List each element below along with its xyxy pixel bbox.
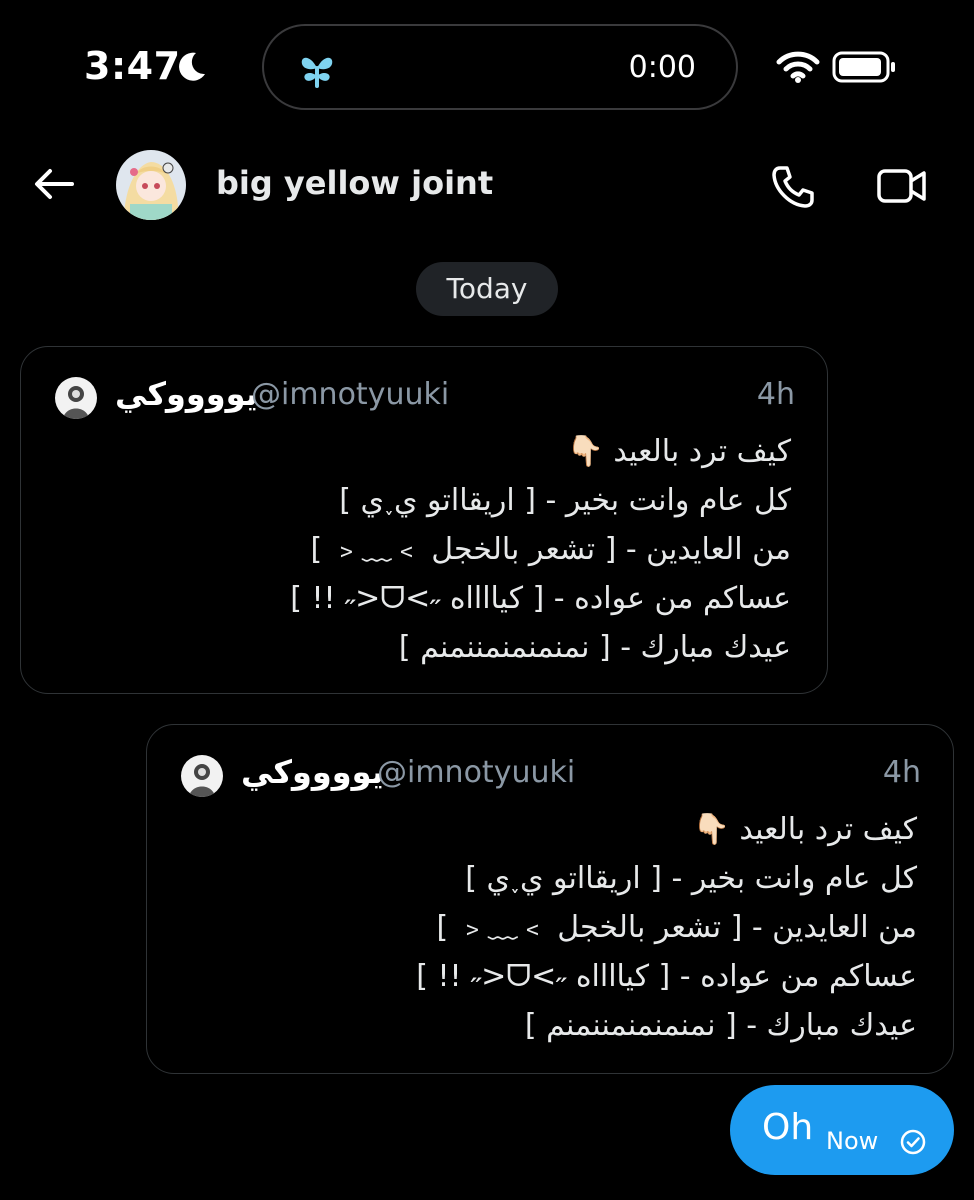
tweet-line: كل عام وانت بخير - [ اريقااتو ي˯ي ]	[465, 861, 917, 896]
tweet-line: من العايدين - [ تشعر بالخجل ﹥﹏﹤ ]	[436, 910, 917, 945]
shared-tweet-card[interactable]: يووووكي @imnotyuuki 4h كيف ترد بالعيد 👇🏻…	[146, 724, 954, 1074]
tweet-line: عيدك مبارك - [ نمنمنمنمننمنم ]	[398, 630, 791, 665]
message-time: Now	[826, 1127, 879, 1155]
tweet-line: عيدك مبارك - [ نمنمنمنمننمنم ]	[524, 1008, 917, 1043]
tweet-author-avatar	[55, 377, 97, 419]
tweet-author-name: يووووكي	[241, 753, 384, 791]
tweet-author-name: يووووكي	[115, 375, 258, 413]
tweet-body: كيف ترد بالعيد 👇🏻 كل عام وانت بخير - [ ا…	[290, 427, 791, 672]
read-check-icon	[900, 1129, 926, 1155]
message-text: Oh	[762, 1107, 814, 1148]
tweet-author-avatar	[181, 755, 223, 797]
tweet-line: من العايدين - [ تشعر بالخجل ﹥﹏﹤ ]	[310, 532, 791, 567]
tweet-header: يووووكي @imnotyuuki 4h	[181, 751, 921, 797]
tweet-line: عساكم من عواده - [ كيااااه ˶>ᗜ<˶ !! ]	[416, 959, 917, 994]
chat-header: big yellow joint	[0, 140, 974, 230]
shared-tweet-card[interactable]: يووووكي @imnotyuuki 4h كيف ترد بالعيد 👇🏻…	[20, 346, 828, 694]
sprout-icon	[301, 57, 333, 88]
tweet-body: كيف ترد بالعيد 👇🏻 كل عام وانت بخير - [ ا…	[416, 805, 917, 1050]
status-bar: 3:47 0:00	[0, 0, 974, 130]
tweet-header: يووووكي @imnotyuuki 4h	[55, 373, 795, 419]
tweet-line: عساكم من عواده - [ كيااااه ˶>ᗜ<˶ !! ]	[290, 581, 791, 616]
moon-icon	[179, 52, 205, 81]
back-arrow-icon[interactable]	[32, 166, 76, 202]
tweet-author-handle: @imnotyuuki	[251, 377, 450, 412]
date-separator: Today	[416, 262, 558, 316]
tweet-timestamp: 4h	[756, 377, 795, 412]
tweet-author-handle: @imnotyuuki	[377, 755, 576, 790]
phone-icon[interactable]	[770, 164, 816, 210]
tweet-line: كيف ترد بالعيد 👇🏻	[566, 434, 791, 469]
tweet-timestamp: 4h	[882, 755, 921, 790]
tweet-line: كل عام وانت بخير - [ اريقااتو ي˯ي ]	[339, 483, 791, 518]
wifi-icon	[776, 51, 820, 83]
chat-name[interactable]: big yellow joint	[216, 164, 493, 202]
island-timer: 0:00	[628, 50, 696, 85]
sent-message-bubble[interactable]: Oh Now	[730, 1085, 954, 1175]
status-time: 3:47	[84, 44, 181, 88]
tweet-line: كيف ترد بالعيد 👇🏻	[692, 812, 917, 847]
avatar[interactable]	[116, 150, 186, 220]
dynamic-island[interactable]: 0:00	[262, 24, 738, 110]
battery-icon	[832, 51, 895, 83]
video-camera-icon[interactable]	[876, 166, 928, 206]
